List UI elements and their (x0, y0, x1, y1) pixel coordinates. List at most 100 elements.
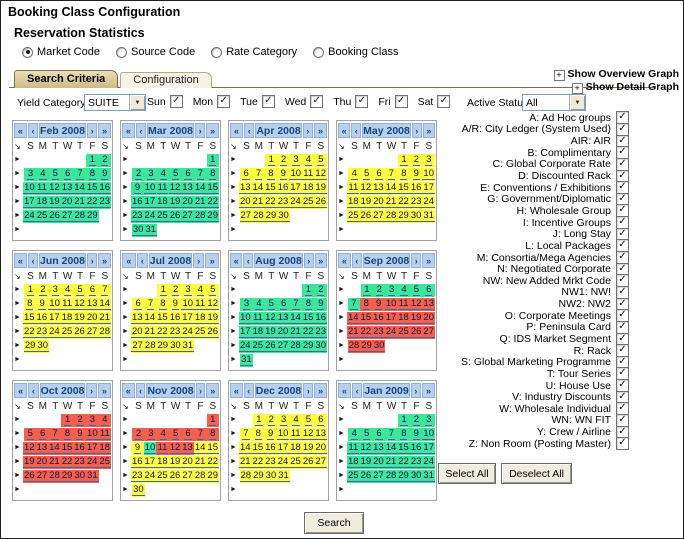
calendar-day-cell[interactable]: 9 (169, 298, 181, 311)
select-week-arrow-icon[interactable]: ► (338, 457, 347, 467)
select-week-arrow-icon[interactable]: ► (122, 341, 131, 351)
calendar-day-cell[interactable]: 14 (289, 312, 302, 325)
calendar-day-cell[interactable]: 2 (373, 284, 385, 297)
radio-market-code[interactable]: Market Code (22, 46, 100, 58)
cal-nav-prev-month-button[interactable]: ‹ (351, 123, 361, 138)
select-week-arrow-icon[interactable]: ► (14, 225, 24, 235)
select-week-arrow-icon[interactable]: ► (122, 155, 132, 165)
calendar-day-cell[interactable]: 8 (360, 298, 372, 311)
calendar-day-cell[interactable]: 19 (302, 442, 315, 455)
calendar-day-cell[interactable]: 2 (277, 154, 289, 167)
cal-nav-first-month-button[interactable]: « (230, 253, 242, 268)
radio-circle-icon[interactable] (116, 47, 127, 58)
select-all-button[interactable]: Select All (438, 463, 496, 484)
calendar-day-cell[interactable]: 19 (314, 182, 327, 195)
cal-nav-prev-month-button[interactable]: ‹ (244, 123, 254, 138)
calendar-day-cell[interactable]: 3 (24, 168, 36, 181)
calendar-day-cell[interactable]: 30 (132, 484, 145, 497)
calendar-day-cell[interactable]: 4 (253, 298, 265, 311)
calendar-day-cell[interactable]: 28 (385, 210, 398, 223)
calendar-day-cell[interactable]: 11 (99, 428, 111, 441)
calendar-day-cell[interactable]: 6 (277, 298, 289, 311)
calendar-day-cell[interactable]: 17 (86, 442, 99, 455)
calendar-day-cell[interactable]: 10 (277, 428, 290, 441)
checkbox[interactable]: ✓ (355, 95, 368, 108)
calendar-day-cell[interactable]: 25 (156, 470, 169, 483)
calendar-day-cell[interactable]: 13 (36, 442, 49, 455)
calendar-day-cell[interactable]: 15 (302, 312, 315, 325)
calendar-day-cell[interactable]: 13 (61, 182, 74, 195)
calendar-day-cell[interactable]: 28 (348, 340, 361, 353)
calendar-day-cell[interactable]: 20 (277, 326, 290, 339)
calendar-day-cell[interactable]: 25 (289, 456, 302, 469)
calendar-day-cell[interactable]: 25 (36, 210, 49, 223)
calendar-day-cell[interactable]: 24 (86, 456, 99, 469)
calendar-day-cell[interactable]: 27 (372, 210, 385, 223)
select-week-arrow-icon[interactable]: ► (230, 225, 240, 235)
cal-nav-next-month-button[interactable]: › (303, 383, 313, 398)
calendar-day-cell[interactable]: 21 (194, 456, 207, 469)
calendar-day-cell[interactable]: 23 (36, 326, 49, 339)
calendar-day-cell[interactable]: 9 (372, 298, 384, 311)
select-week-arrow-icon[interactable]: ► (338, 443, 347, 453)
checkbox[interactable]: ✓ (262, 95, 275, 108)
calendar-day-cell[interactable]: 16 (372, 312, 385, 325)
select-all-days-icon[interactable]: ↘ (338, 142, 348, 151)
select-week-arrow-icon[interactable]: ► (122, 443, 131, 453)
calendar-day-cell[interactable]: 21 (98, 312, 111, 325)
calendar-day-cell[interactable]: 11 (61, 298, 73, 311)
calendar-day-cell[interactable]: 14 (98, 298, 111, 311)
select-week-arrow-icon[interactable]: ► (230, 313, 239, 323)
select-week-arrow-icon[interactable]: ► (122, 183, 131, 193)
calendar-day-cell[interactable]: 12 (73, 298, 86, 311)
calendar-day-cell[interactable]: 25 (252, 340, 265, 353)
calendar-day-cell[interactable]: 3 (240, 298, 252, 311)
calendar-day-cell[interactable]: 24 (277, 456, 290, 469)
calendar-day-cell[interactable]: 27 (314, 456, 327, 469)
calendar-day-cell[interactable]: 7 (240, 428, 252, 441)
calendar-day-cell[interactable]: 27 (181, 210, 194, 223)
calendar-day-cell[interactable]: 30 (36, 340, 49, 353)
select-week-arrow-icon[interactable]: ► (338, 285, 348, 295)
calendar-day-cell[interactable]: 3 (86, 414, 98, 427)
select-week-arrow-icon[interactable]: ► (14, 457, 23, 467)
calendar-day-cell[interactable]: 16 (264, 442, 277, 455)
calendar-day-cell[interactable]: 2 (169, 284, 181, 297)
calendar-day-cell[interactable]: 25 (194, 326, 207, 339)
calendar-day-cell[interactable]: 9 (264, 428, 276, 441)
cal-nav-first-month-button[interactable]: « (122, 123, 135, 138)
calendar-day-cell[interactable]: 16 (169, 312, 182, 325)
cal-nav-first-month-button[interactable]: « (122, 383, 135, 398)
select-week-arrow-icon[interactable]: ► (122, 415, 132, 425)
cal-nav-prev-month-button[interactable]: ‹ (244, 383, 254, 398)
select-week-arrow-icon[interactable]: ► (230, 299, 240, 309)
calendar-day-cell[interactable]: 12 (48, 182, 61, 195)
select-week-arrow-icon[interactable]: ► (230, 471, 240, 481)
dropdown-arrow-icon[interactable]: ▼ (569, 95, 585, 110)
calendar-day-cell[interactable]: 14 (239, 442, 252, 455)
cal-nav-first-month-button[interactable]: « (14, 253, 27, 268)
calendar-day-cell[interactable]: 4 (290, 414, 302, 427)
calendar-day-cell[interactable]: 13 (372, 182, 385, 195)
calendar-day-cell[interactable]: 21 (385, 456, 398, 469)
calendar-day-cell[interactable]: 29 (61, 470, 74, 483)
calendar-day-cell[interactable]: 13 (181, 442, 194, 455)
calendar-day-cell[interactable]: 18 (156, 456, 169, 469)
select-week-arrow-icon[interactable]: ► (338, 197, 347, 207)
calendar-day-cell[interactable]: 29 (86, 210, 99, 223)
calendar-day-cell[interactable]: 16 (131, 456, 144, 469)
select-week-arrow-icon[interactable]: ► (122, 355, 132, 365)
calendar-day-cell[interactable]: 15 (61, 442, 74, 455)
select-week-arrow-icon[interactable]: ► (230, 429, 240, 439)
cal-nav-next-month-button[interactable]: › (195, 123, 205, 138)
calendar-day-cell[interactable]: 30 (373, 340, 386, 353)
calendar-day-cell[interactable]: 25 (302, 196, 315, 209)
calendar-day-cell[interactable]: 7 (74, 168, 86, 181)
calendar-day-cell[interactable]: 10 (239, 312, 252, 325)
calendar-day-cell[interactable]: 6 (61, 168, 73, 181)
dropdown-arrow-icon[interactable]: ▼ (129, 95, 145, 110)
calendar-day-cell[interactable]: 26 (360, 470, 373, 483)
calendar-day-cell[interactable]: 26 (73, 326, 86, 339)
calendar-day-cell[interactable]: 3 (385, 284, 397, 297)
cal-nav-prev-month-button[interactable]: ‹ (28, 253, 38, 268)
